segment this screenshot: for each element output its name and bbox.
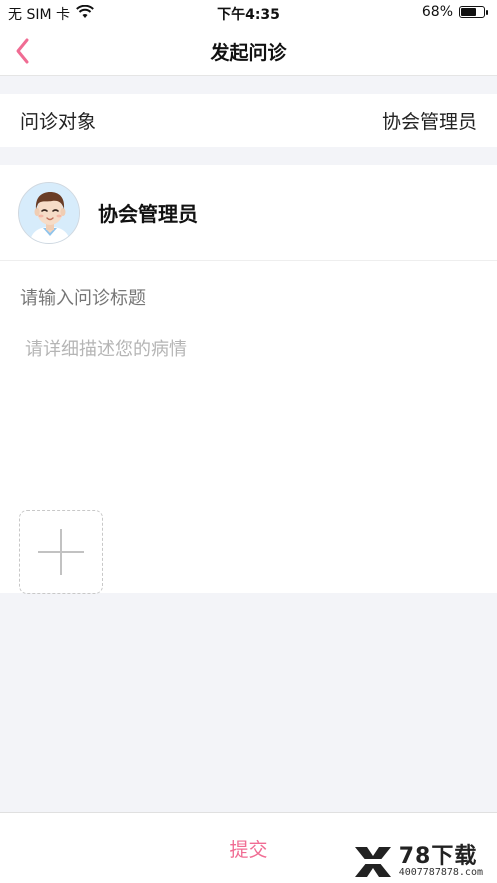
plus-icon bbox=[38, 529, 84, 575]
battery-percent: 68% bbox=[421, 4, 453, 20]
consult-form-card: 协会管理员 bbox=[0, 165, 497, 594]
watermark-sub: 4007787878.com bbox=[398, 867, 483, 878]
user-name: 协会管理员 bbox=[98, 202, 198, 226]
battery-icon bbox=[459, 6, 488, 18]
consultation-screen: 无 SIM 卡 下午4:35 68% 发起问诊 问诊对象 协会管理员 协会管理员… bbox=[0, 0, 497, 883]
watermark-main: 78下载 bbox=[398, 844, 478, 869]
battery-fill bbox=[461, 8, 476, 16]
consult-description-input[interactable] bbox=[20, 335, 477, 475]
bottom-bar: 提交 78下载 4007787878.com bbox=[0, 812, 497, 883]
watermark-logo-icon bbox=[352, 847, 393, 877]
nav-bar: 发起问诊 bbox=[0, 26, 497, 76]
status-right: 68% bbox=[421, 4, 488, 20]
consult-target-value: 协会管理员 bbox=[381, 111, 477, 133]
consult-target-row[interactable]: 问诊对象 协会管理员 bbox=[0, 94, 497, 147]
avatar bbox=[18, 181, 80, 244]
watermark-text: 78下载 4007787878.com bbox=[399, 846, 483, 878]
add-photo-button[interactable] bbox=[19, 510, 103, 594]
consult-title-input[interactable] bbox=[20, 283, 477, 313]
consult-target-label: 问诊对象 bbox=[20, 111, 97, 133]
watermark: 78下载 4007787878.com bbox=[352, 845, 483, 879]
user-row: 协会管理员 bbox=[0, 165, 497, 261]
doctor-avatar-icon bbox=[19, 182, 79, 243]
status-bar: 无 SIM 卡 下午4:35 68% bbox=[0, 0, 497, 26]
page-title: 发起问诊 bbox=[210, 42, 287, 64]
